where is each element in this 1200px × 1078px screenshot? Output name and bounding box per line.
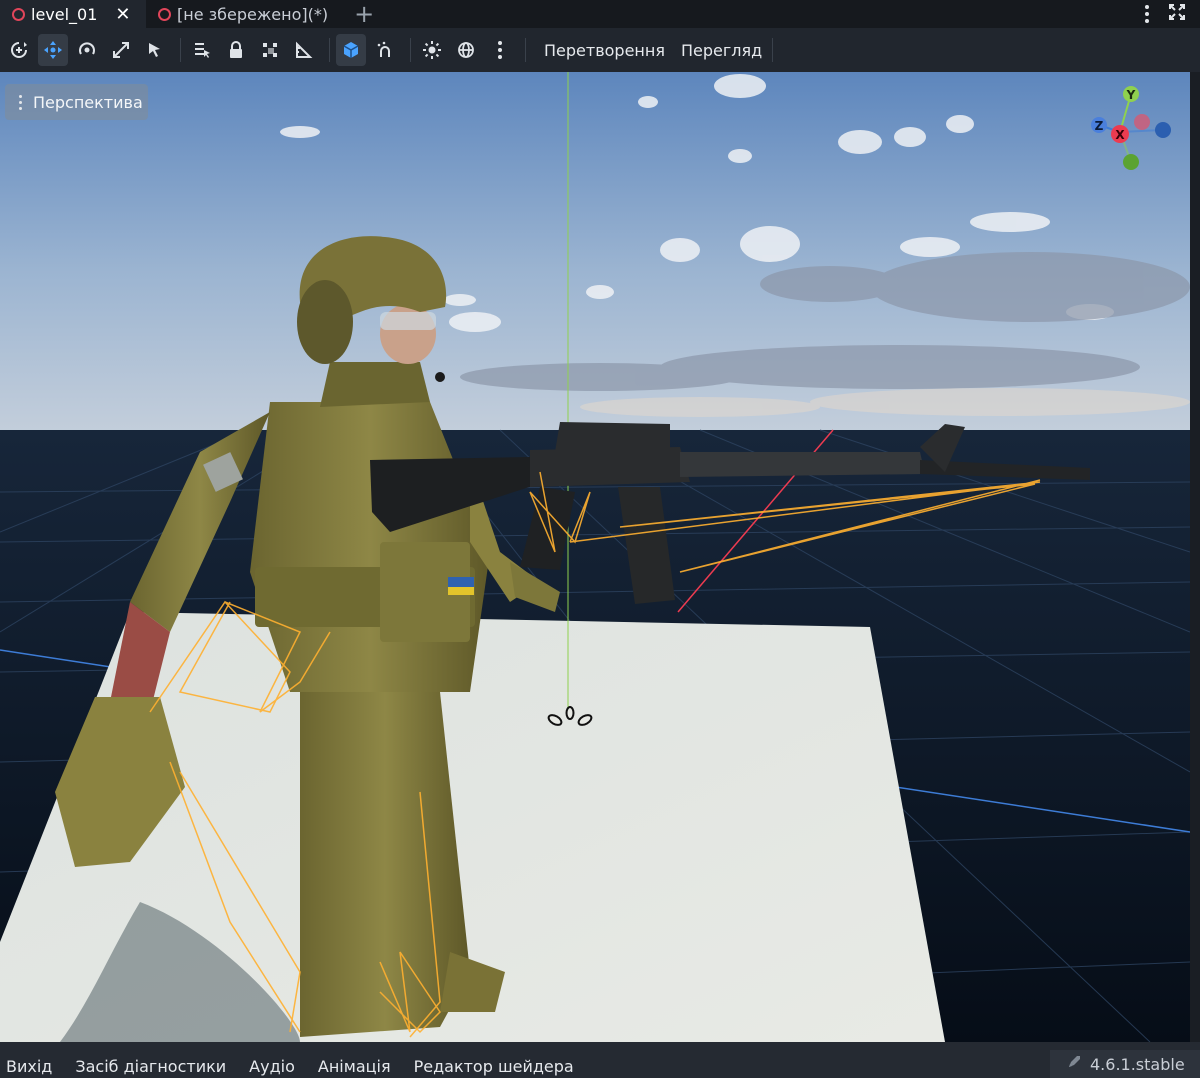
gizmo-x-label: X xyxy=(1115,128,1125,142)
more-icon xyxy=(17,94,23,110)
select-mode-icon[interactable] xyxy=(140,34,170,66)
environment-icon[interactable] xyxy=(451,34,481,66)
transform-mode-icon[interactable] xyxy=(4,34,34,66)
toolbar-divider xyxy=(329,38,330,62)
perspective-menu-button[interactable]: Перспектива xyxy=(5,84,148,120)
scale-mode-icon[interactable] xyxy=(106,34,136,66)
tab-level-01[interactable]: level_01 ✕ xyxy=(0,0,146,28)
bottom-panel-bar: Вихід Засіб діагностики Аудіо Анімація Р… xyxy=(0,1042,1200,1078)
debugger-tab[interactable]: Засіб діагностики xyxy=(75,1057,226,1076)
toolbar-divider xyxy=(772,38,774,62)
tab-unsaved[interactable]: [не збережено](*) xyxy=(146,0,340,28)
rocket-icon xyxy=(1066,1054,1082,1074)
scene-tab-bar: level_01 ✕ [не збережено](*) + xyxy=(0,0,1200,28)
more-icon[interactable] xyxy=(485,34,515,66)
perspective-label: Перспектива xyxy=(33,92,143,112)
audio-tab[interactable]: Аудіо xyxy=(249,1057,295,1076)
3d-viewport[interactable]: Y X Z Перспектива xyxy=(0,72,1190,1042)
viewport-right-gutter xyxy=(1190,72,1200,1042)
move-mode-icon[interactable] xyxy=(38,34,68,66)
tab-label: level_01 xyxy=(31,4,98,24)
viewport-toolbar: Перетворення Перегляд xyxy=(0,28,1200,72)
local-space-icon[interactable] xyxy=(336,34,366,66)
close-icon[interactable]: ✕ xyxy=(115,4,130,25)
toolbar-divider xyxy=(180,38,181,62)
scene-icon xyxy=(158,7,171,21)
sun-icon[interactable] xyxy=(417,34,447,66)
animation-tab[interactable]: Анімація xyxy=(318,1057,391,1076)
version-indicator[interactable]: 4.6.1.stable xyxy=(1050,1050,1200,1078)
shader-editor-tab[interactable]: Редактор шейдера xyxy=(414,1057,574,1076)
more-icon[interactable] xyxy=(1144,5,1150,23)
lock-icon[interactable] xyxy=(221,34,251,66)
rotate-mode-icon[interactable] xyxy=(72,34,102,66)
scene-render: Y X Z xyxy=(0,72,1190,1042)
plus-icon[interactable]: + xyxy=(354,0,374,28)
snap-icon[interactable] xyxy=(370,34,400,66)
distraction-free-icon[interactable] xyxy=(1168,3,1186,25)
list-select-icon[interactable] xyxy=(187,34,217,66)
view-menu[interactable]: Перегляд xyxy=(681,41,762,60)
gizmo-y-label: Y xyxy=(1126,88,1136,102)
scene-icon xyxy=(12,7,25,21)
transform-menu[interactable]: Перетворення xyxy=(544,41,665,60)
toolbar-divider xyxy=(525,38,526,62)
version-label: 4.6.1.stable xyxy=(1090,1054,1185,1074)
output-tab[interactable]: Вихід xyxy=(6,1057,52,1076)
snap-grid-icon[interactable] xyxy=(255,34,285,66)
tab-label: [не збережено](*) xyxy=(177,4,329,24)
toolbar-divider xyxy=(410,38,411,62)
ruler-icon[interactable] xyxy=(289,34,319,66)
gizmo-z-label: Z xyxy=(1095,119,1104,133)
